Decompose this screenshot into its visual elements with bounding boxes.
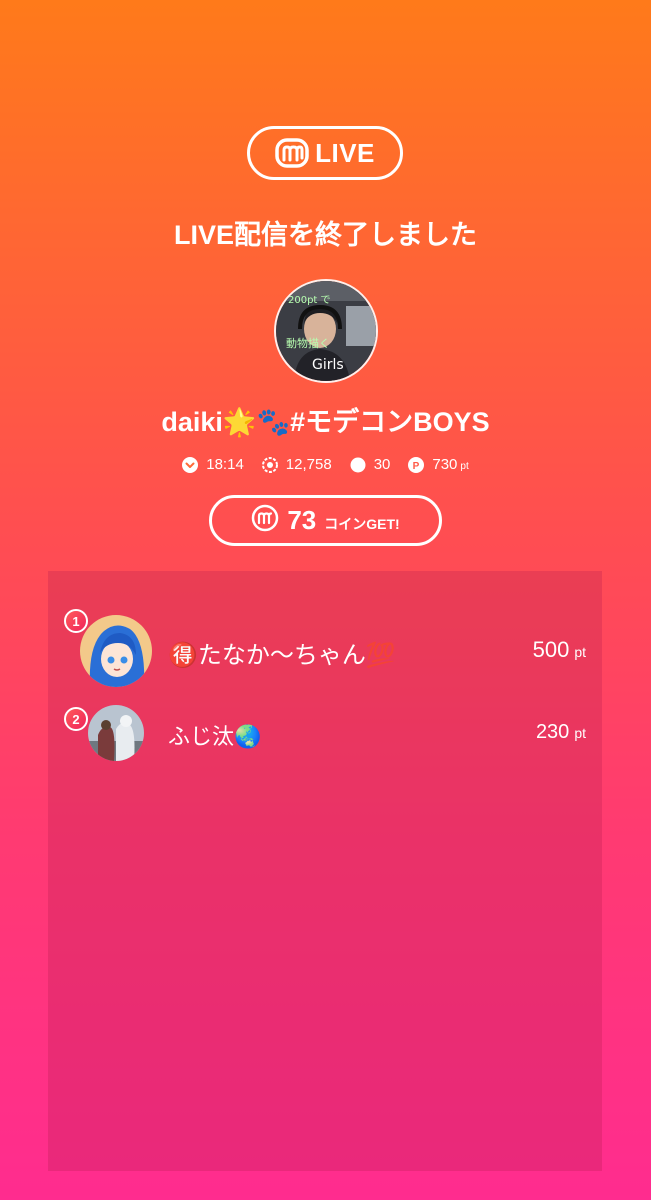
comment-bubble-icon [350,457,366,473]
supporter-ranking-panel: 1 🉐たなか〜ちゃん💯 500 pt 2 ふじ汰🌏 230 pt [48,571,602,1171]
duration-stat: 18:14 [182,456,244,473]
supporter-points-unit: pt [574,725,586,741]
supporter-points-value: 230 [535,721,570,743]
m-logo-icon [275,138,309,168]
viewers-stat: 12,758 [261,456,332,473]
coins-earned-badge: 73 コインGET! [209,495,442,546]
logo-text: LIVE [315,137,375,168]
viewers-value: 12,758 [285,456,332,473]
comments-stat: 30 [350,456,391,473]
supporter-name: ふじ汰🌏 [168,724,262,749]
m-coin-icon [251,504,279,537]
points-stat: P 730 pt [408,456,469,473]
supporter-avatar[interactable] [88,705,144,761]
ranking-row[interactable]: 2 ふじ汰🌏 230 pt [48,701,602,781]
streamer-name: daiki🌟🐾#モデコンBOYS [161,407,490,437]
eye-icon [261,456,278,473]
svg-text:P: P [413,461,420,472]
supporter-points-value: 500 [532,637,570,662]
coin-label: コインGET! [324,515,400,532]
stream-stats: 18:14 12,758 30 P 730 pt [0,456,651,473]
clock-icon [182,456,199,473]
rank-badge: 2 [64,707,88,731]
mixchannel-live-logo: LIVE [247,126,403,180]
comments-value: 30 [373,456,391,473]
stream-ended-heading: LIVE配信を終了しました [173,220,477,250]
supporter-points-unit: pt [574,644,586,660]
point-coin-icon: P [408,456,425,473]
streamer-avatar: 200pt で 動物描く Girls [274,279,378,383]
coin-amount: 73 [287,505,317,535]
avatar-overlay-text-3: Girls [312,357,344,373]
supporter-name: 🉐たなか〜ちゃん💯 [168,642,396,669]
duration-value: 18:14 [206,456,244,473]
points-value: 730 [432,456,458,473]
avatar-overlay-text-1: 200pt で [288,295,331,306]
supporter-avatar[interactable] [80,615,152,687]
supporter-points: 500 pt [533,637,586,663]
rank-badge: 1 [64,609,88,633]
ranking-row[interactable]: 1 🉐たなか〜ちゃん💯 500 pt [48,609,602,691]
supporter-points: 230 pt [536,721,586,744]
avatar-overlay-text-2: 動物描く [286,336,330,350]
points-unit: pt [460,461,469,472]
